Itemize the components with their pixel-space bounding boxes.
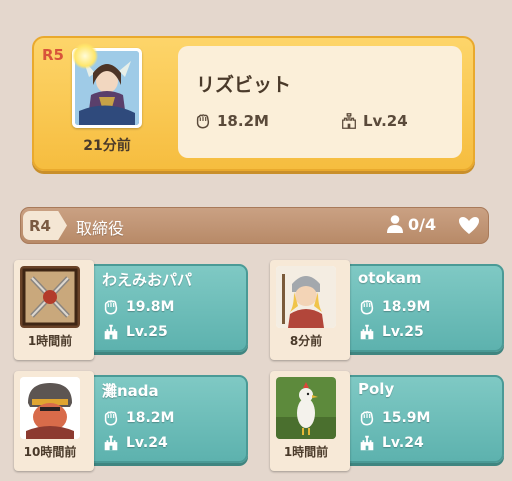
r4-group-header[interactable]: R4 取締役 0/4	[20, 207, 489, 244]
member-last-seen: 8分前	[289, 334, 323, 348]
member-level: Lv.25	[102, 323, 168, 341]
member-level-value: Lv.24	[382, 435, 424, 451]
member-name: 灘nada	[102, 382, 159, 400]
weapons-rack-icon	[20, 266, 80, 328]
person-icon	[387, 215, 403, 233]
fist-icon	[104, 411, 118, 426]
collapse-button[interactable]	[456, 214, 482, 238]
member-level-value: Lv.24	[126, 435, 168, 451]
castle-icon	[342, 113, 356, 129]
chevron-down-icon	[459, 217, 479, 234]
member-avatar[interactable]	[20, 377, 80, 439]
member-name: わえみおパパ	[102, 271, 193, 289]
member-level: Lv.25	[358, 323, 424, 341]
leader-power: 18.2M	[194, 112, 269, 130]
castle-icon	[360, 435, 374, 451]
fist-icon	[360, 300, 374, 315]
castle-icon	[104, 324, 118, 340]
member-avatar[interactable]	[276, 377, 336, 439]
member-power: 19.8M	[102, 298, 174, 316]
member-name: Poly	[358, 380, 395, 398]
fist-icon	[104, 300, 118, 315]
r4-count-value: 0/4	[408, 214, 437, 234]
member-avatar-frame: 1時間前	[14, 260, 94, 360]
member-avatar[interactable]	[20, 266, 80, 328]
castle-icon	[104, 435, 118, 451]
member-level-value: Lv.25	[382, 324, 424, 340]
bird-portrait-icon	[276, 377, 336, 439]
helmet-warrior-portrait-icon	[20, 377, 80, 439]
member-last-seen: 10時間前	[23, 445, 77, 459]
member-power-value: 15.9M	[382, 410, 431, 426]
leader-level: Lv.24	[340, 112, 408, 130]
leader-rank-badge: R5	[42, 46, 64, 64]
member-power: 15.9M	[358, 409, 430, 427]
castle-icon	[360, 324, 374, 340]
member-power: 18.9M	[358, 298, 430, 316]
member-card[interactable]: 8分前 otokam 18.9M Lv.25	[270, 260, 504, 360]
leader-info-panel: リズビット 18.2M Lv.24	[178, 46, 462, 158]
member-power-value: 18.2M	[126, 410, 175, 426]
r4-group-title: 取締役	[76, 219, 125, 238]
leader-last-seen: 21分前	[83, 138, 131, 154]
member-avatar-frame: 8分前	[270, 260, 350, 360]
sun-glow-icon	[72, 43, 98, 69]
member-avatar-frame: 10時間前	[14, 371, 94, 471]
member-power-value: 19.8M	[126, 299, 175, 315]
fist-icon	[360, 411, 374, 426]
member-name: otokam	[358, 269, 422, 287]
leader-level-value: Lv.24	[363, 112, 408, 130]
member-power-value: 18.9M	[382, 299, 431, 315]
fist-icon	[196, 114, 210, 129]
member-level: Lv.24	[358, 434, 424, 452]
leader-power-value: 18.2M	[217, 112, 269, 130]
member-power: 18.2M	[102, 409, 174, 427]
member-card[interactable]: 10時間前 灘nada 18.2M Lv.24	[14, 371, 248, 471]
member-last-seen: 1時間前	[283, 445, 329, 459]
member-last-seen: 1時間前	[27, 334, 73, 348]
member-card[interactable]: 1時間前 Poly 15.9M Lv.24	[270, 371, 504, 471]
r4-rank-badge: R4	[23, 211, 67, 240]
leader-card[interactable]: R5 21分前 リズビット 18.2M Lv.24	[32, 36, 475, 171]
member-level: Lv.24	[102, 434, 168, 452]
member-level-value: Lv.25	[126, 324, 168, 340]
leader-name: リズビット	[196, 74, 292, 96]
member-avatar[interactable]	[276, 266, 336, 328]
member-card[interactable]: 1時間前 わえみおパパ 19.8M Lv.25	[14, 260, 248, 360]
member-avatar-frame: 1時間前	[270, 371, 350, 471]
r4-member-count: 0/4	[386, 214, 436, 234]
knight-portrait-icon	[276, 266, 336, 328]
